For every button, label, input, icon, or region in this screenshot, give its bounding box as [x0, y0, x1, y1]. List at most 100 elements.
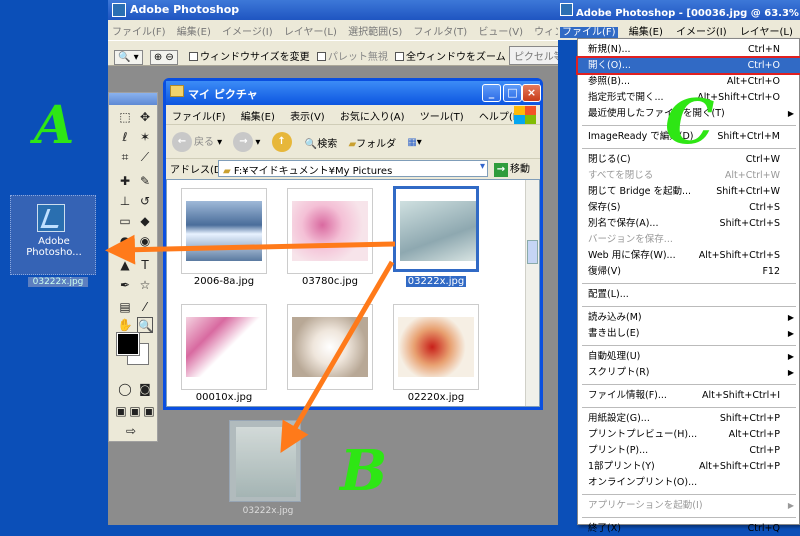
- slice-tool-icon[interactable]: ⟋: [137, 149, 153, 165]
- brush-tool-icon[interactable]: ✎: [137, 173, 153, 189]
- right-menu-file[interactable]: ファイル(F): [560, 27, 618, 38]
- maximize-button[interactable]: □: [503, 84, 522, 102]
- file-menu-item[interactable]: 保存(S) Ctrl+S: [578, 200, 800, 215]
- marquee-tool-icon[interactable]: ⬚: [117, 109, 133, 125]
- file-menu-item-shortcut: Alt+Shift+Ctrl+S: [698, 250, 780, 261]
- file-menu-item[interactable]: ファイル情報(F)... Alt+Shift+Ctrl+I: [578, 388, 800, 403]
- quickmask-on-icon[interactable]: ◙: [137, 381, 153, 397]
- type-tool-icon[interactable]: T: [137, 257, 153, 273]
- filename-03222x[interactable]: 03222x.jpg: [388, 276, 484, 287]
- file-menu-item-label: 開く(O)...: [588, 60, 631, 71]
- thumbnail-00010x[interactable]: [181, 304, 267, 390]
- hand-tool-icon[interactable]: ✋: [117, 317, 133, 333]
- file-menu-item[interactable]: プリント(P)... Ctrl+P: [578, 443, 800, 458]
- my-pictures-window: マイ ピクチャ _ □ × ファイル(F) 編集(E) 表示(V) お気に入り(…: [163, 78, 543, 410]
- dodge-tool-icon[interactable]: ◉: [137, 233, 153, 249]
- toolbox-header[interactable]: [109, 93, 157, 105]
- magic-wand-icon[interactable]: ✶: [137, 129, 153, 145]
- zoom-in-out-buttons[interactable]: ⊕ ⊖: [149, 50, 178, 65]
- pen-tool-icon[interactable]: ✒: [117, 277, 133, 293]
- file-menu-item[interactable]: 新規(N)... Ctrl+N: [578, 42, 800, 57]
- address-input[interactable]: ▰ F:¥マイドキュメント¥My Pictures ▾: [218, 160, 488, 177]
- file-menu-item[interactable]: 終了(X) Ctrl+Q: [578, 521, 800, 536]
- file-menu-item[interactable]: 読み込み(M) ▶: [578, 310, 800, 325]
- notes-tool-icon[interactable]: ▤: [117, 299, 133, 315]
- file-menu-item[interactable]: スクリプト(R) ▶: [578, 365, 800, 380]
- move-tool-icon[interactable]: ✥: [137, 109, 153, 125]
- crop-tool-icon[interactable]: ⌗: [117, 149, 133, 165]
- file-menu-item[interactable]: 開く(O)... Ctrl+O: [576, 56, 800, 75]
- ex-menu-file[interactable]: ファイル(F): [172, 112, 226, 123]
- go-button[interactable]: → 移動: [494, 160, 530, 177]
- forward-button[interactable]: → ▾: [233, 132, 260, 152]
- right-menu-image[interactable]: イメージ(I): [674, 27, 729, 38]
- file-menu-item[interactable]: 別名で保存(A)... Shift+Ctrl+S: [578, 216, 800, 231]
- menu-layer[interactable]: レイヤー(L): [284, 27, 337, 38]
- shape-tool-icon[interactable]: ☆: [137, 277, 153, 293]
- ignore-palettes-checkbox[interactable]: [316, 52, 326, 61]
- search-button[interactable]: 🔍検索: [305, 135, 337, 150]
- file-menu-item[interactable]: 配置(L)...: [578, 287, 800, 302]
- file-menu-item-shortcut: Alt+Shift+Ctrl+P: [699, 461, 780, 472]
- thumbnail-03222x[interactable]: [393, 186, 479, 272]
- resize-window-checkbox[interactable]: [188, 52, 198, 61]
- ex-menu-edit[interactable]: 編集(E): [241, 112, 275, 123]
- address-dropdown-icon[interactable]: ▾: [480, 161, 485, 172]
- foreground-color-swatch[interactable]: [116, 332, 140, 356]
- jump-to-imageready-icon[interactable]: ⇨: [123, 423, 139, 439]
- file-menu-item-shortcut: Shift+Ctrl+W: [716, 186, 780, 197]
- zoom-tool-icon[interactable]: 🔍: [137, 317, 153, 333]
- thumbnail-2006-8a[interactable]: [181, 188, 267, 274]
- menu-select[interactable]: 選択範囲(S): [348, 27, 402, 38]
- menu-filter[interactable]: フィルタ(T): [413, 27, 467, 38]
- photoshop-menu-bar: ファイル(F) 編集(E) イメージ(I) レイヤー(L) 選択範囲(S) フィ…: [108, 20, 602, 40]
- zoom-all-checkbox[interactable]: [395, 52, 405, 61]
- minimize-button[interactable]: _: [482, 84, 501, 102]
- file-menu-item[interactable]: 書き出し(E) ▶: [578, 326, 800, 341]
- close-button[interactable]: ×: [522, 84, 541, 102]
- ex-menu-view[interactable]: 表示(V): [290, 112, 325, 123]
- thumbnail-03780c[interactable]: [287, 188, 373, 274]
- right-menu-layer[interactable]: レイヤー(L): [738, 27, 795, 38]
- healing-tool-icon[interactable]: ✚: [117, 173, 133, 189]
- scrollbar-thumb[interactable]: [527, 240, 538, 264]
- menu-file[interactable]: ファイル(F): [112, 27, 166, 38]
- lasso-tool-icon[interactable]: ℓ: [117, 129, 133, 145]
- zoom-tool-preset[interactable]: 🔍 ▾: [114, 50, 143, 65]
- file-menu-item[interactable]: 復帰(V) F12: [578, 264, 800, 279]
- blur-tool-icon[interactable]: ●: [117, 233, 133, 249]
- ex-menu-tools[interactable]: ツール(T): [420, 112, 464, 123]
- views-button[interactable]: ▦▾: [407, 137, 421, 148]
- back-button[interactable]: ← 戻る ▾: [172, 132, 222, 152]
- thumbnail-white-flowers[interactable]: [287, 304, 373, 390]
- folders-button[interactable]: ▰フォルダ: [348, 135, 396, 150]
- path-select-icon[interactable]: ▲: [117, 257, 133, 273]
- file-menu-item[interactable]: Web 用に保存(W)... Alt+Shift+Ctrl+S: [578, 248, 800, 263]
- file-menu-item[interactable]: プリントプレビュー(H)... Alt+Ctrl+P: [578, 427, 800, 442]
- drag-ghost-label: 03222x.jpg: [242, 506, 294, 516]
- file-menu-item[interactable]: 用紙設定(G)... Shift+Ctrl+P: [578, 411, 800, 426]
- eraser-tool-icon[interactable]: ▭: [117, 213, 133, 229]
- menu-view[interactable]: ビュー(V): [478, 27, 523, 38]
- history-brush-icon[interactable]: ↺: [137, 193, 153, 209]
- vertical-scrollbar[interactable]: [525, 180, 539, 406]
- menu-image[interactable]: イメージ(I): [222, 27, 273, 38]
- eyedropper-icon[interactable]: ⁄: [137, 299, 153, 315]
- menu-edit[interactable]: 編集(E): [177, 27, 211, 38]
- file-menu-item: アプリケーションを起動(I) ▶: [578, 498, 800, 513]
- file-menu-item[interactable]: 1部プリント(Y) Alt+Shift+Ctrl+P: [578, 459, 800, 474]
- stamp-tool-icon[interactable]: ⊥: [117, 193, 133, 209]
- file-menu-item[interactable]: 自動処理(U) ▶: [578, 349, 800, 364]
- bucket-tool-icon[interactable]: ◆: [137, 213, 153, 229]
- ex-menu-favorites[interactable]: お気に入り(A): [340, 112, 405, 123]
- up-folder-button[interactable]: ↑: [271, 132, 294, 152]
- right-menu-edit[interactable]: 編集(E): [627, 27, 665, 38]
- thumbnail-02220x[interactable]: [393, 304, 479, 390]
- photoshop-right-icon: [560, 3, 573, 16]
- file-menu-item[interactable]: オンラインプリント(O)...: [578, 475, 800, 490]
- annotation-letter-a: A: [34, 95, 75, 156]
- file-menu-item[interactable]: 閉じて Bridge を起動... Shift+Ctrl+W: [578, 184, 800, 199]
- screen-mode-3-icon[interactable]: ▣: [141, 403, 157, 419]
- photoshop-desktop-icon[interactable]: Adobe Photosho...: [10, 195, 96, 275]
- quickmask-off-icon[interactable]: ◯: [117, 381, 133, 397]
